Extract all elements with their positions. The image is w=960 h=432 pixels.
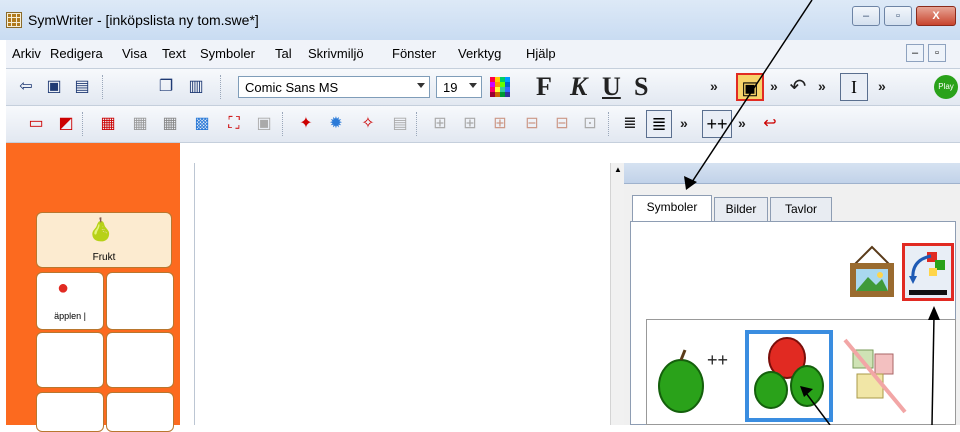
menu-skrivmiljo[interactable]: Skrivmiljö (308, 46, 364, 61)
grid-cell-applen[interactable]: ● äpplen | (36, 272, 104, 330)
open-icon[interactable]: ⇦ (16, 77, 36, 97)
grid-color-icon[interactable]: ▩ (192, 114, 212, 134)
grid-cell[interactable] (106, 392, 174, 432)
grid-cell[interactable] (36, 332, 104, 388)
menu-fonster[interactable]: Fönster (392, 46, 436, 61)
tab-bilder[interactable]: Bilder (714, 197, 768, 221)
underline-button[interactable]: U (602, 72, 621, 102)
toolbar-more-button[interactable]: » (770, 78, 778, 94)
menu-arkiv[interactable]: Arkiv (12, 46, 41, 61)
delete-row-icon[interactable]: ⊟ (522, 114, 542, 134)
align-justify-icon[interactable]: ≣ (646, 110, 672, 138)
menu-visa[interactable]: Visa (122, 46, 147, 61)
delete-cell-icon[interactable]: ⊡ (580, 114, 600, 134)
font-select-value: Comic Sans MS (245, 80, 339, 95)
title-bar: SymWriter - [inköpslista ny tom.swe*] – … (0, 0, 960, 40)
symbol-swap-icon[interactable] (902, 243, 954, 301)
panel-header (624, 163, 960, 184)
font-size-select[interactable]: 19 (436, 76, 482, 98)
italic-button[interactable]: K (570, 72, 587, 102)
chevron-down-icon (469, 83, 477, 88)
insert-col-icon[interactable]: ⊞ (430, 114, 450, 134)
cell-star-icon[interactable]: ✹ (326, 114, 346, 134)
menu-bar: Arkiv Redigera Visa Text Symboler Tal Sk… (6, 40, 960, 69)
font-select[interactable]: Comic Sans MS (238, 76, 430, 98)
minimize-button[interactable]: – (852, 6, 880, 26)
symbol-option-apple[interactable]: ++ (655, 338, 741, 418)
menu-redigera[interactable]: Redigera (50, 46, 103, 61)
toolbar-more-button[interactable]: » (878, 78, 886, 94)
text-cursor-icon[interactable]: I (840, 73, 868, 101)
chevron-down-icon (417, 83, 425, 88)
tab-tavlor[interactable]: Tavlor (770, 197, 832, 221)
font-size-value: 19 (443, 80, 458, 95)
symbol-option-none[interactable] (843, 334, 909, 420)
save-as-icon[interactable]: ▣ (44, 77, 64, 97)
scroll-up-icon[interactable]: ▲ (611, 163, 625, 177)
toolbar-more-button[interactable]: » (818, 78, 826, 94)
mdi-restore-button[interactable]: ▫ (928, 44, 946, 62)
bold-button[interactable]: F (536, 72, 552, 102)
menu-verktyg[interactable]: Verktyg (458, 46, 501, 61)
window-title: SymWriter - [inköpslista ny tom.swe*] (28, 12, 259, 28)
color-palette-icon[interactable] (490, 77, 510, 97)
fruit-icon: 🍐 (87, 217, 115, 242)
play-button[interactable]: Play (934, 75, 958, 99)
cell-text-icon[interactable]: ✧ (358, 114, 378, 134)
grid-cell[interactable] (106, 332, 174, 388)
toolbar-more-button[interactable]: » (680, 115, 688, 131)
mdi-minimize-button[interactable]: – (906, 44, 924, 62)
menu-hjalp[interactable]: Hjälp (526, 46, 556, 61)
return-icon[interactable]: ↩ (760, 114, 780, 134)
grid-cell-label: Frukt (92, 252, 116, 263)
menu-tal[interactable]: Tal (275, 46, 292, 61)
symbol-panel: Symboler Bilder Tavlor ++ (624, 163, 960, 425)
svg-text:++: ++ (707, 350, 728, 370)
tab-symboler[interactable]: Symboler (632, 195, 712, 222)
grid-cell[interactable] (106, 272, 174, 330)
vertical-scrollbar[interactable]: ▲ (610, 163, 625, 425)
add-symbol-icon[interactable]: ++ (702, 110, 732, 138)
grid-cell-frukt[interactable]: 🍐 Frukt (36, 212, 172, 268)
toolbar-format: ⇦ ▣ ▤ ❐ ▥ Comic Sans MS 19 F K U S » ▣ »… (6, 69, 960, 106)
grid-cell-label: äpplen | (54, 311, 86, 321)
framed-picture-icon[interactable] (846, 243, 898, 301)
cell-gray-icon[interactable]: ▤ (390, 114, 410, 134)
no-border-icon[interactable]: ◩ (56, 114, 76, 134)
strike-button[interactable]: S (634, 72, 648, 102)
symbol-grid-panel: 🍐 Frukt ● äpplen | (6, 143, 180, 432)
expand-cell-icon[interactable]: ⛶ (224, 114, 244, 134)
close-button[interactable]: X (916, 6, 956, 26)
merge-cell-icon[interactable]: ▣ (254, 114, 274, 134)
insert-col-right-icon[interactable]: ⊞ (460, 114, 480, 134)
menu-symboler[interactable]: Symboler (200, 46, 255, 61)
copy-icon[interactable]: ❐ (156, 77, 176, 97)
symbol-choices: ++ (646, 319, 956, 425)
grid-dark-icon[interactable]: ▦ (160, 114, 180, 134)
delete-col-icon[interactable]: ⊟ (552, 114, 572, 134)
paste-icon[interactable]: ▥ (186, 77, 206, 97)
toolbar-more-button[interactable]: » (738, 115, 746, 131)
align-left-icon[interactable]: ≣ (620, 114, 640, 134)
document-area[interactable] (194, 163, 611, 425)
cell-select-icon[interactable]: ✦ (296, 114, 316, 134)
undo-icon[interactable]: ↶ (788, 77, 808, 97)
toolbar-grid: ▭ ◩ ▦ ▦ ▦ ▩ ⛶ ▣ ✦ ✹ ✧ ▤ ⊞ ⊞ ⊞ ⊟ ⊟ ⊡ ≣ ≣ … (6, 106, 960, 143)
insert-grid-icon[interactable]: ▦ (98, 114, 118, 134)
toolbar-more-button[interactable]: » (710, 78, 718, 94)
symbols-toggle-icon[interactable]: ▣ (736, 73, 764, 101)
insert-row-icon[interactable]: ⊞ (490, 114, 510, 134)
app-icon (6, 12, 22, 28)
apples-icon: ● (57, 277, 70, 299)
grid-cell[interactable] (36, 392, 104, 432)
menu-text[interactable]: Text (162, 46, 186, 61)
save-icon[interactable]: ▤ (72, 77, 92, 97)
grid-gray-icon[interactable]: ▦ (130, 114, 150, 134)
symbol-option-apples-selected[interactable] (745, 330, 833, 422)
maximize-button[interactable]: ▫ (884, 6, 912, 26)
cell-border-icon[interactable]: ▭ (26, 114, 46, 134)
